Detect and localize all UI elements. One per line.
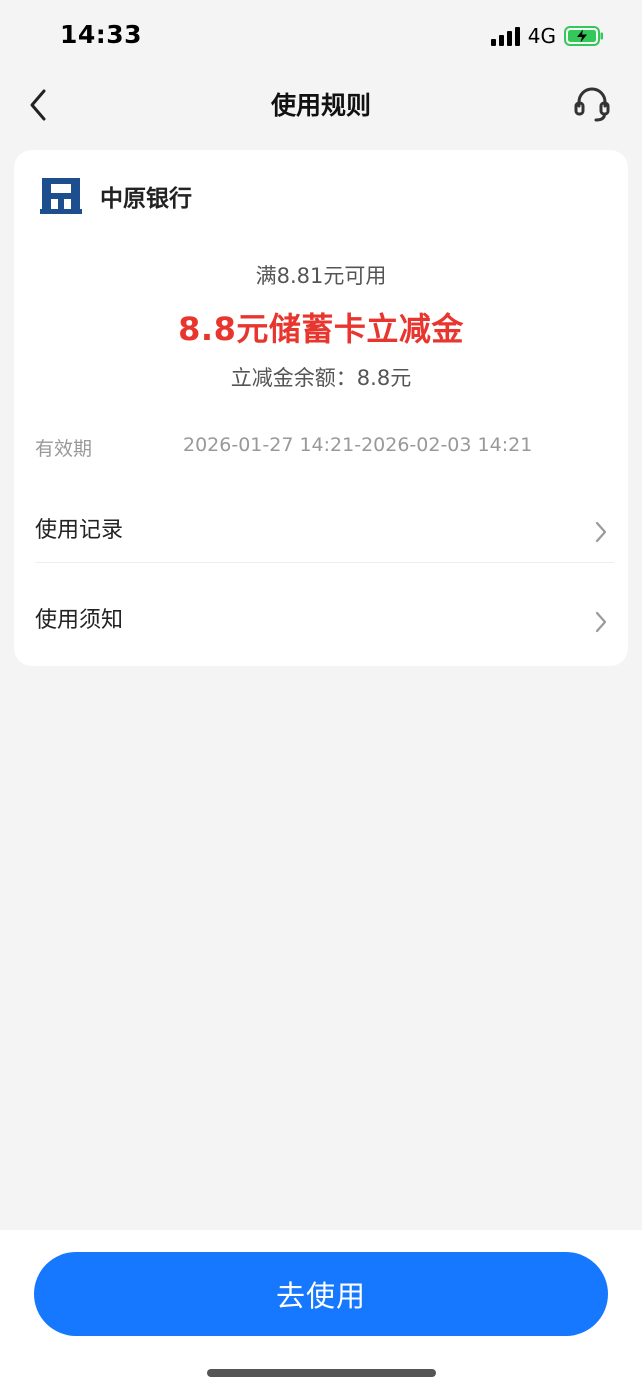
bank-logo (40, 178, 82, 214)
coupon-card: 中原银行 满8.81元可用 8.8元储蓄卡立减金 立减金余额：8.8元 有效期 … (14, 150, 628, 666)
usage-condition: 满8.81元可用 (255, 264, 387, 288)
signal-icon (490, 26, 520, 46)
usage-notice-item[interactable]: 使用须知 (35, 582, 614, 652)
coupon-balance: 立减金余额：8.8元 (230, 366, 412, 390)
usage-notice-label: 使用须知 (35, 608, 124, 633)
page-title: 使用规则 (270, 91, 371, 120)
use-now-button[interactable]: 去使用 (34, 1252, 608, 1336)
headset-icon[interactable] (572, 84, 612, 124)
chevron-right-icon (595, 611, 607, 633)
bottom-action-panel: 去使用 (0, 1230, 642, 1389)
nav-bar: 使用规则 (0, 72, 642, 138)
validity-label: 有效期 (35, 438, 93, 460)
status-indicators: 4G (490, 24, 604, 48)
usage-records-item[interactable]: 使用记录 (35, 492, 614, 563)
validity-value: 2026-01-27 14:21-2026-02-03 14:21 (183, 434, 533, 456)
network-label: 4G (527, 24, 556, 48)
home-indicator (207, 1369, 436, 1377)
bank-name: 中原银行 (100, 186, 192, 212)
usage-records-label: 使用记录 (35, 518, 124, 543)
status-bar: 14:33 4G (0, 0, 642, 72)
bank-header: 中原银行 (40, 176, 192, 216)
status-time: 14:33 (60, 20, 143, 49)
battery-charging-icon (564, 26, 603, 46)
chevron-right-icon (595, 521, 607, 543)
coupon-title: 8.8元储蓄卡立减金 (178, 310, 464, 348)
